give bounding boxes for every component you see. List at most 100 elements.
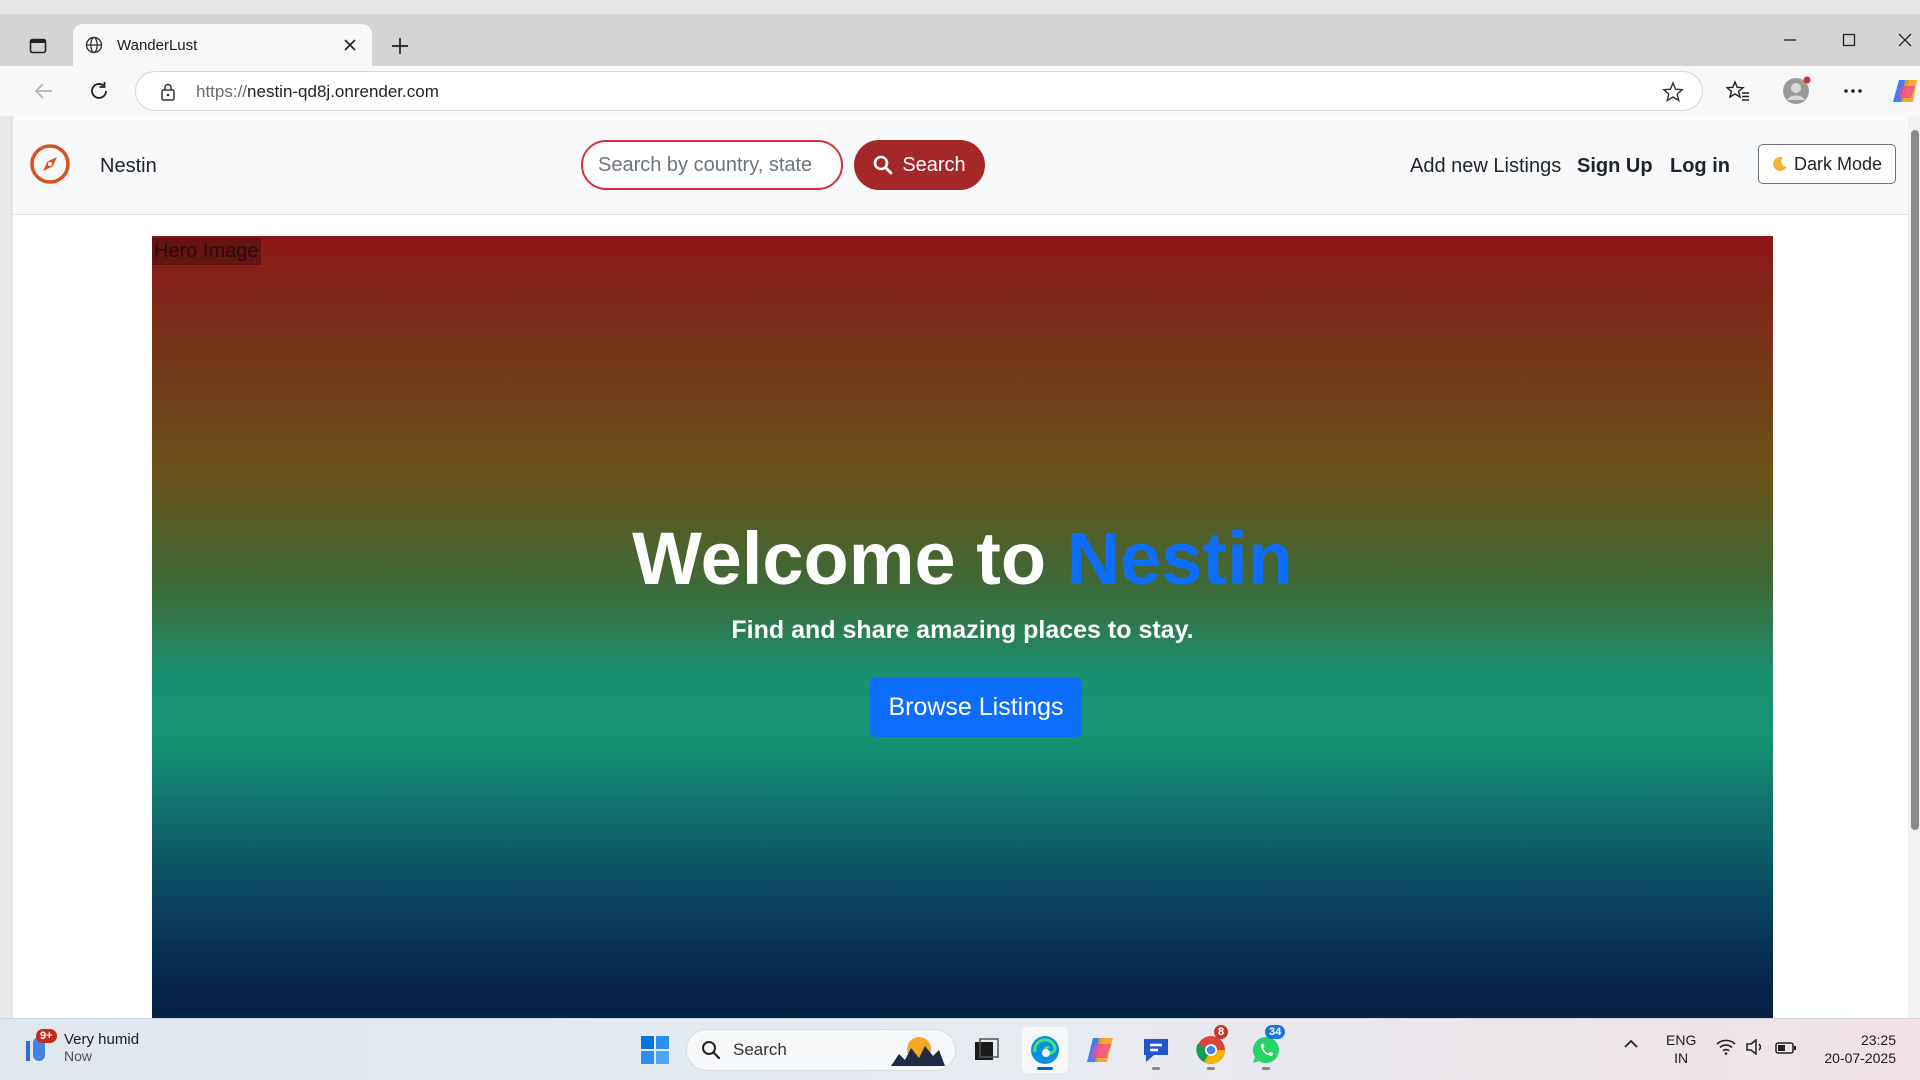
volume-icon (1746, 1038, 1762, 1056)
show-hidden-icons[interactable] (1622, 1037, 1640, 1056)
address-bar[interactable]: https://nestin-qd8j.onrender.com (135, 71, 1703, 111)
dark-mode-button[interactable]: Dark Mode (1758, 144, 1896, 184)
taskbar-app[interactable] (1133, 1027, 1179, 1073)
more-button[interactable] (1835, 74, 1871, 108)
taskbar-whatsapp[interactable]: 34 (1243, 1025, 1289, 1073)
start-button[interactable] (632, 1027, 678, 1073)
hero-title-prefix: Welcome to (632, 517, 1067, 600)
active-indicator (1037, 1067, 1053, 1070)
favorites-icon (1726, 80, 1749, 101)
close-icon (344, 39, 356, 51)
language-indicator[interactable]: ENG IN (1666, 1031, 1696, 1067)
reload-icon (91, 82, 107, 99)
globe-icon (85, 36, 103, 54)
favorites-button[interactable] (1720, 74, 1756, 108)
taskbar-search[interactable]: Search (686, 1029, 956, 1071)
lang-line1: ENG (1666, 1032, 1697, 1048)
running-indicator (1207, 1067, 1215, 1070)
chat-app-icon (1144, 1039, 1168, 1062)
lang-line2: IN (1674, 1050, 1689, 1066)
windows-start-icon (641, 1036, 669, 1064)
tab-strip: WanderLust (0, 0, 1920, 66)
url-scheme: https:// (196, 82, 248, 101)
brand-name[interactable]: Nestin (100, 155, 157, 178)
tab-sidebar-icon (29, 38, 47, 54)
tab-close-button[interactable] (340, 35, 360, 55)
hero-subtitle: Find and share amazing places to stay. (731, 616, 1194, 644)
battery-button[interactable] (1775, 1041, 1797, 1059)
task-view-button[interactable] (964, 1027, 1010, 1073)
running-indicator (1152, 1067, 1160, 1070)
window-close-button[interactable] (1890, 28, 1920, 52)
reload-button[interactable] (81, 74, 117, 108)
tab-actions-button[interactable] (20, 30, 56, 62)
profile-button[interactable] (1778, 74, 1814, 108)
search-button[interactable]: Search (854, 140, 985, 190)
add-listing-link[interactable]: Add new Listings (1410, 155, 1561, 178)
wifi-icon (1716, 1039, 1736, 1055)
clock-date: 20-07-2025 (1824, 1050, 1896, 1066)
chevron-up-icon (1624, 1039, 1638, 1048)
tab-title: WanderLust (117, 36, 198, 54)
new-tab-button[interactable] (384, 30, 416, 62)
star-icon[interactable] (1662, 81, 1684, 103)
weather-widget[interactable]: 9+ Very humid Now (22, 1029, 139, 1065)
more-icon (1844, 89, 1862, 93)
battery-icon (1775, 1042, 1796, 1054)
search-input[interactable] (581, 140, 843, 190)
plus-icon (392, 38, 408, 54)
taskbar-copilot[interactable] (1078, 1027, 1124, 1073)
weather-time: Now (64, 1047, 93, 1064)
profile-icon (1783, 76, 1811, 104)
taskbar: 9+ Very humid Now Search 8 34 ENG IN 23:… (0, 1018, 1920, 1080)
edge-icon (1031, 1036, 1059, 1064)
sign-up-link[interactable]: Sign Up (1577, 155, 1653, 178)
browse-listings-button[interactable]: Browse Listings (870, 677, 1082, 737)
task-view-icon (975, 1038, 999, 1060)
log-in-link[interactable]: Log in (1670, 155, 1730, 178)
clock[interactable]: 23:25 20-07-2025 (1814, 1031, 1896, 1067)
browser-tab[interactable]: WanderLust (73, 24, 372, 66)
back-button[interactable] (26, 74, 62, 108)
moon-icon (1773, 156, 1787, 171)
chrome-badge: 8 (1214, 1025, 1229, 1039)
clock-time: 23:25 (1860, 1032, 1896, 1048)
dark-mode-label: Dark Mode (1793, 153, 1883, 174)
page-scrollbar[interactable] (1908, 116, 1920, 1018)
url-host: nestin-qd8j.onrender.com (247, 82, 439, 101)
network-button[interactable] (1716, 1039, 1736, 1060)
url-text: https://nestin-qd8j.onrender.com (196, 82, 439, 102)
copilot-icon (1087, 1038, 1113, 1062)
close-icon (1898, 33, 1912, 47)
hero-title: Welcome to Nestin (152, 516, 1773, 601)
volume-button[interactable] (1745, 1038, 1765, 1060)
copilot-button[interactable] (1888, 74, 1920, 108)
taskbar-search-label: Search (733, 1040, 787, 1059)
running-indicator (1262, 1067, 1270, 1070)
search-icon (702, 1041, 721, 1060)
search-button-label: Search (902, 153, 966, 176)
maximize-icon (1842, 33, 1856, 47)
back-icon (34, 83, 52, 99)
weather-title: Very humid (64, 1030, 140, 1048)
minimize-button[interactable] (1775, 28, 1805, 52)
page-viewport: Nestin Search Add new Listings Sign Up L… (10, 116, 1910, 1018)
title-bar-edge (0, 0, 1920, 14)
search-icon (874, 155, 893, 175)
taskbar-edge[interactable] (1022, 1027, 1068, 1073)
search-highlight-icon (891, 1037, 945, 1066)
whatsapp-badge: 34 (1265, 1025, 1286, 1039)
weather-badge: 9+ (36, 1029, 57, 1043)
copilot-icon (1893, 80, 1917, 102)
taskbar-chrome[interactable]: 8 (1188, 1025, 1234, 1073)
scrollbar-thumb[interactable] (1911, 130, 1919, 830)
site-navbar: Nestin Search Add new Listings Sign Up L… (13, 116, 1910, 215)
weather-icon: 9+ (22, 1029, 57, 1065)
lock-icon (161, 83, 175, 101)
compass-icon[interactable] (29, 143, 71, 185)
hero-section: Hero Image Welcome to Nestin Find and sh… (152, 236, 1773, 1018)
hero-image-broken: Hero Image (152, 238, 261, 265)
maximize-button[interactable] (1834, 28, 1864, 52)
hero-title-accent: Nestin (1066, 517, 1293, 600)
minimize-icon (1784, 39, 1796, 41)
